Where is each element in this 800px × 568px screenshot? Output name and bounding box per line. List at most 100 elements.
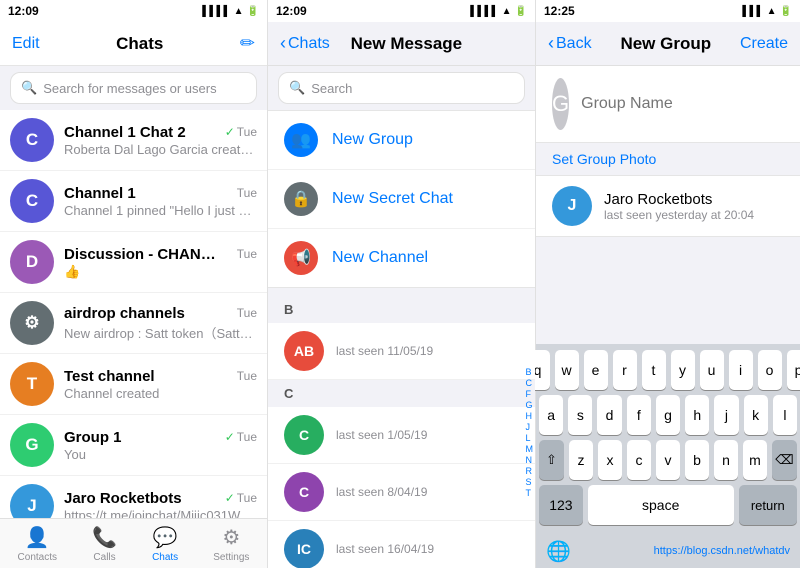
selected-member-section: J Jaro Rocketbots last seen yesterday at… [536,175,800,237]
chat-item[interactable]: J Jaro Rocketbots ✓ Tue https://t.me/joi… [0,476,267,518]
contact-item[interactable]: IC last seen 16/04/19 [268,521,535,568]
key-v[interactable]: v [656,440,680,480]
key-j[interactable]: j [714,395,738,435]
chat-item[interactable]: C Channel 1 Tue Channel 1 pinned "Hello … [0,171,267,232]
key-h[interactable]: h [685,395,709,435]
alpha-letter[interactable]: G [526,400,534,410]
alpha-letter[interactable]: J [526,422,534,432]
create-button[interactable]: Create [740,35,788,53]
key-s[interactable]: s [568,395,592,435]
num-key[interactable]: 123 [539,485,583,525]
wifi-icon: ▲ [234,6,244,17]
url-text[interactable]: https://blog.csdn.net/whatdv [654,545,790,557]
chat-preview: Roberta Dal Lago Garcia created the gr..… [64,142,257,157]
tab-icon: ⚙ [222,525,240,550]
status-icons-3: ▌▌▌ ▲ 🔋 [742,6,792,17]
key-g[interactable]: g [656,395,680,435]
key-l[interactable]: l [773,395,797,435]
alpha-letter[interactable]: B [526,367,534,377]
key-y[interactable]: y [671,350,695,390]
chat-preview: New airdrop : Satt token（Satt）Reward：100… [64,323,257,342]
menu-item[interactable]: 👥 New Group [268,111,535,170]
key-f[interactable]: f [627,395,651,435]
alpha-letter[interactable]: C [526,378,534,388]
alpha-letter[interactable]: R [526,466,534,476]
delete-key[interactable]: ⌫ [772,440,797,480]
contact-info: last seen 1/05/19 [336,428,519,442]
key-i[interactable]: i [729,350,753,390]
search-placeholder-1: Search for messages or users [43,81,216,96]
signal-icon: ▌▌▌▌ [202,6,230,17]
key-t[interactable]: t [642,350,666,390]
status-bar-3: 12:25 ▌▌▌ ▲ 🔋 [536,0,800,22]
edit-button[interactable]: Edit [12,35,40,53]
shift-key[interactable]: ⇧ [539,440,564,480]
key-c[interactable]: c [627,440,651,480]
compose-icon[interactable]: ✏ [240,33,255,54]
chat-avatar: T [10,362,54,406]
contact-avatar: C [284,415,324,455]
key-b[interactable]: b [685,440,709,480]
keyboard-row: asdfghjkl [539,395,797,435]
group-avatar[interactable]: G [552,78,569,130]
tab-item-contacts[interactable]: 👤Contacts [18,525,57,563]
key-o[interactable]: o [758,350,782,390]
chat-item[interactable]: D Discussion - CHANNEL 1 🔔 Tue 👍 [0,232,267,293]
bottom-bar: 🌐 https://blog.csdn.net/whatdv [536,534,800,568]
chat-item[interactable]: C Channel 1 Chat 2 ✓ Tue Roberta Dal Lag… [0,110,267,171]
key-z[interactable]: z [569,440,593,480]
tab-label: Calls [93,552,115,563]
key-x[interactable]: x [598,440,622,480]
keyboard-bottom-row: 123spacereturn [539,485,797,525]
key-n[interactable]: n [714,440,738,480]
search-input-1[interactable]: 🔍 Search for messages or users [10,72,257,104]
time-1: 12:09 [8,4,39,18]
menu-item[interactable]: 🔒 New Secret Chat [268,170,535,229]
chat-item[interactable]: G Group 1 ✓ Tue You [0,415,267,476]
menu-label: New Channel [332,249,428,267]
alpha-letter[interactable]: S [526,477,534,487]
tab-item-chats[interactable]: 💬Chats [152,525,178,563]
alpha-letter[interactable]: L [526,433,534,443]
alpha-letter[interactable]: N [526,455,534,465]
key-p[interactable]: p [787,350,800,390]
alpha-letter[interactable]: H [526,411,534,421]
contact-item[interactable]: C last seen 8/04/19 [268,464,535,521]
alpha-letter[interactable]: F [526,389,534,399]
contact-item[interactable]: AB last seen 11/05/19 [268,323,535,380]
contact-item[interactable]: C last seen 1/05/19 [268,407,535,464]
group-name-section: G [536,66,800,143]
keyboard-row: ⇧zxcvbnm⌫ [539,440,797,480]
section-header: C [268,380,535,407]
globe-icon[interactable]: 🌐 [546,539,571,564]
alpha-index: BCFGHJLMNRST [526,296,534,568]
tab-label: Chats [152,552,178,563]
alpha-letter[interactable]: T [526,488,534,498]
key-u[interactable]: u [700,350,724,390]
key-w[interactable]: w [555,350,579,390]
search-input-2[interactable]: 🔍 Search [278,72,525,104]
key-a[interactable]: a [539,395,563,435]
key-r[interactable]: r [613,350,637,390]
chevron-left-icon-3: ‹ [548,33,554,54]
menu-item[interactable]: 📢 New Channel [268,229,535,287]
group-name-input[interactable] [581,95,788,113]
tab-item-settings[interactable]: ⚙Settings [213,525,249,563]
key-k[interactable]: k [744,395,768,435]
menu-section: 👥 New Group 🔒 New Secret Chat 📢 New Chan… [268,110,535,288]
key-d[interactable]: d [597,395,621,435]
space-key[interactable]: space [588,485,734,525]
back-button-3[interactable]: ‹ Back [548,33,592,54]
check-mark: ✓ [225,430,235,444]
key-e[interactable]: e [584,350,608,390]
chat-item[interactable]: ⚙ airdrop channels Tue New airdrop : Sat… [0,293,267,354]
chat-list: C Channel 1 Chat 2 ✓ Tue Roberta Dal Lag… [0,110,267,518]
alpha-letter[interactable]: M [526,444,534,454]
return-key[interactable]: return [739,485,797,525]
chat-item[interactable]: T Test channel Tue Channel created [0,354,267,415]
status-bar-2: 12:09 ▌▌▌▌ ▲ 🔋 [268,0,535,22]
set-group-photo-link[interactable]: Set Group Photo [536,143,800,175]
back-button-2[interactable]: ‹ Chats [280,33,330,54]
key-m[interactable]: m [743,440,767,480]
tab-item-calls[interactable]: 📞Calls [92,525,117,563]
